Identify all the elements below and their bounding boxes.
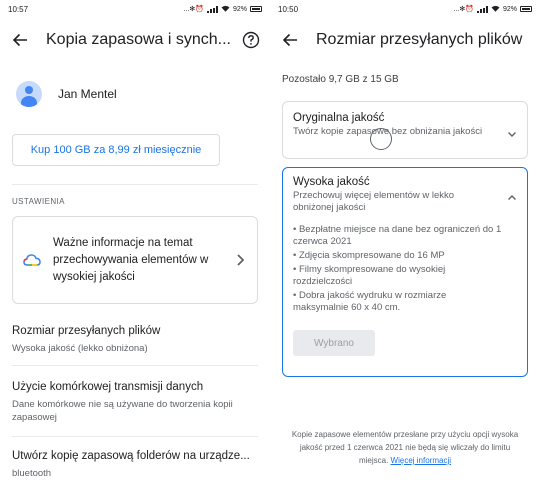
section-label: USTAWIENIA — [12, 197, 65, 206]
back-arrow-icon[interactable] — [278, 28, 302, 52]
back-arrow-icon[interactable] — [8, 28, 32, 52]
upload-size-screen: 10:50 ...✻⏰ 92% Rozmiar przesyłanych pli… — [270, 0, 540, 480]
storage-info-text: Ważne informacje na temat przechowywania… — [53, 236, 209, 283]
battery-icon — [520, 6, 532, 12]
feature-item: • Bezpłatne miejsce na dane bez ogranicz… — [293, 224, 502, 247]
option-title: Oryginalna jakość — [293, 112, 385, 124]
feature-item: • Zdjęcia skompresowane do 16 MP — [293, 250, 445, 261]
buy-storage-button[interactable]: Kup 100 GB za 8,99 zł miesięcznie — [12, 134, 220, 166]
status-time: 10:57 — [8, 4, 29, 14]
status-bar: 10:57 ...✻⏰ 92% — [0, 0, 270, 18]
signal-icon — [206, 5, 218, 13]
status-bar: 10:50 ...✻⏰ 92% — [270, 0, 540, 18]
touch-indicator — [370, 128, 392, 150]
chevron-down-icon — [507, 126, 517, 137]
setting-subtitle: Dane komórkowe nie są używane do tworzen… — [12, 399, 233, 423]
help-icon[interactable] — [240, 29, 262, 51]
option-title: Wysoka jakość — [293, 176, 370, 188]
selected-button[interactable]: Wybrano — [293, 330, 375, 356]
app-bar: Kopia zapasowa i synch... — [0, 18, 270, 62]
option-high-quality[interactable]: Wysoka jakość Przechowuj więcej elementó… — [282, 167, 528, 377]
status-icons: ...✻⏰ 92% — [184, 5, 262, 14]
status-icons: ...✻⏰ 92% — [454, 5, 532, 14]
avatar — [16, 81, 42, 107]
page-title: Rozmiar przesyłanych plików — [316, 31, 523, 48]
account-name: Jan Mentel — [58, 87, 117, 101]
setting-title: Rozmiar przesyłanych plików — [12, 325, 161, 337]
option-subtitle: Twórz kopie zapasowe bez obniżania jakoś… — [293, 126, 483, 137]
chevron-up-icon — [507, 190, 517, 200]
feature-item: • Filmy skompresowane do wysokiej rozdzi… — [293, 264, 446, 287]
wifi-icon — [491, 5, 500, 14]
setting-subtitle: Wysoka jakość (lekko obniżona) — [12, 343, 148, 354]
wifi-icon — [221, 5, 230, 14]
chevron-right-icon — [233, 253, 247, 267]
battery-icon — [250, 6, 262, 12]
battery-percent: 92% — [232, 5, 247, 13]
storage-info-card[interactable]: Ważne informacje na temat przechowywania… — [12, 216, 258, 304]
signal-icon — [476, 5, 488, 13]
page-title: Kopia zapasowa i synch... — [46, 31, 231, 48]
setting-device-folders[interactable]: Utwórz kopię zapasową folderów na urządz… — [0, 449, 270, 480]
storage-remaining: Pozostało 9,7 GB z 15 GB — [282, 74, 399, 85]
setting-subtitle: bluetooth — [12, 468, 52, 479]
account-row[interactable]: Jan Mentel — [0, 74, 270, 114]
status-misc-icons: ...✻⏰ — [183, 6, 204, 13]
setting-title: Utwórz kopię zapasową folderów na urządz… — [12, 450, 250, 462]
option-subtitle: Przechowuj więcej elementów w lekko obni… — [293, 190, 455, 213]
divider — [12, 365, 258, 366]
battery-percent: 92% — [502, 5, 517, 13]
setting-mobile-data[interactable]: Użycie komórkowej transmisji danych Dane… — [0, 380, 270, 424]
app-bar: Rozmiar przesyłanych plików — [270, 18, 540, 62]
status-misc-icons: ...✻⏰ — [453, 6, 474, 13]
setting-upload-size[interactable]: Rozmiar przesyłanych plików Wysoka jakoś… — [0, 324, 270, 355]
learn-more-link[interactable]: Więcej informacji — [391, 456, 451, 465]
divider — [12, 436, 258, 437]
backup-settings-screen: 10:57 ...✻⏰ 92% Kopia zapasowa i synch..… — [0, 0, 270, 480]
option-original-quality[interactable]: Oryginalna jakość Twórz kopie zapasowe b… — [282, 101, 528, 159]
feature-item: • Dobra jakość wydruku w rozmiarze maksy… — [293, 290, 447, 313]
feature-list: • Bezpłatne miejsce na dane bez ogranicz… — [293, 224, 517, 314]
setting-title: Użycie komórkowej transmisji danych — [12, 381, 204, 393]
cloud-icon — [23, 253, 41, 267]
footer-note: Kopie zapasowe elementów przesłane przy … — [288, 428, 522, 467]
status-time: 10:50 — [278, 4, 299, 14]
